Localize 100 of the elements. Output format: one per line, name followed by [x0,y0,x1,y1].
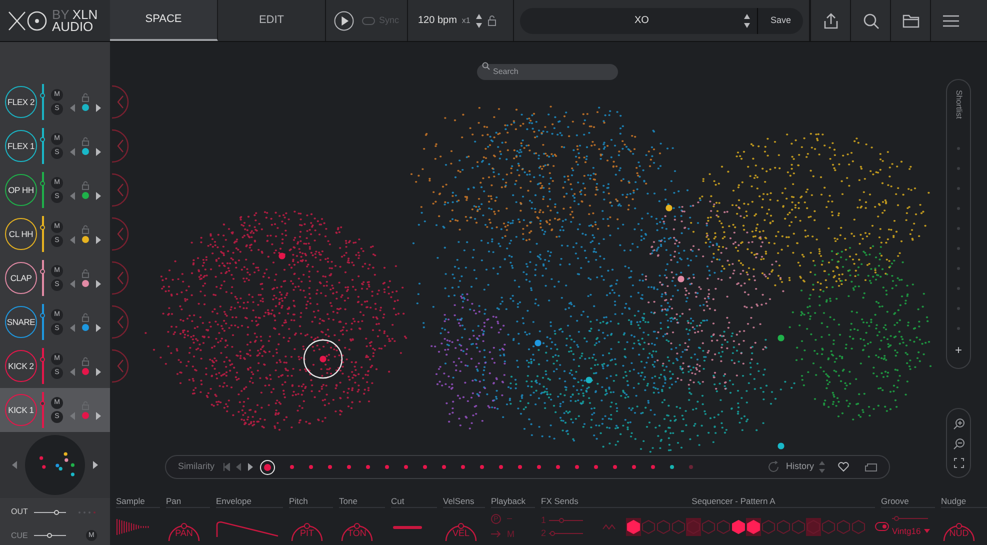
tempo-multiplier[interactable]: x1 [462,14,470,26]
zoom-in-icon[interactable] [952,418,964,430]
cue-label: CUE [11,530,28,542]
next-arrow-icon[interactable] [96,104,101,112]
search-field[interactable]: Search [477,64,618,80]
caret-icon[interactable] [924,529,930,533]
section-title: Pan [166,495,182,507]
lock-icon[interactable] [82,180,89,190]
brand-name: XLN [72,8,98,20]
logo-icon [8,10,48,32]
stepper-icon[interactable] [743,12,752,28]
add-button[interactable]: + [954,344,962,356]
next-arrow-icon[interactable] [96,192,101,200]
sample-marker[interactable] [666,204,672,212]
section-title: Playback [491,495,526,507]
channel-pad[interactable]: FLEX 1 [5,130,37,162]
next-arrow-icon[interactable] [96,368,101,376]
zoom-out-icon[interactable] [952,438,964,450]
lock-icon[interactable] [488,15,496,26]
lock-icon[interactable] [82,136,89,146]
groove-slider[interactable] [892,516,928,521]
lock-icon[interactable] [82,92,89,102]
channel-pad[interactable]: KICK 1 [5,394,37,426]
next-arrow-icon[interactable] [96,148,101,156]
next-arrow-icon[interactable] [96,324,101,332]
history-label[interactable]: History [786,460,814,474]
sequencer-step[interactable] [746,518,760,536]
similarity-label: Similarity [178,460,215,474]
history-icon[interactable] [768,461,780,473]
share-icon[interactable] [822,12,840,30]
previous-arrow-icon[interactable] [70,104,75,112]
channel-pad[interactable]: KICK 2 [5,350,37,382]
previous-arrow-icon[interactable] [70,368,75,376]
search-icon [482,62,490,70]
section-title: Cut [391,495,404,507]
stepper-icon[interactable] [475,12,484,28]
send-slider[interactable] [549,530,584,536]
output-label: OUT [11,506,28,518]
previous-arrow-icon[interactable] [70,280,75,288]
next-arrow-icon[interactable] [96,280,101,288]
result-button[interactable] [260,460,275,474]
dash-label: – [507,512,514,525]
lock-icon[interactable] [82,312,89,322]
tempo-value[interactable]: 120 bpm [418,13,457,28]
save-button[interactable]: Save [757,8,803,34]
previous-arrow-icon[interactable] [70,148,75,156]
heart-icon[interactable] [838,462,849,472]
sequencer-step[interactable] [626,518,640,536]
previous-arrow-icon[interactable] [70,192,75,200]
brand-name: AUDIO [52,20,94,32]
lock-icon[interactable] [82,268,89,278]
sync-toggle[interactable] [362,16,375,24]
sample-marker[interactable] [278,252,286,260]
tab[interactable]: EDIT [218,0,326,41]
sample-marker[interactable] [778,442,784,450]
brand-by: BY [52,8,70,20]
skip-back-icon[interactable] [222,463,230,471]
sample-marker[interactable] [586,376,592,384]
channel-pad[interactable]: FLEX 2 [5,86,37,118]
channel-pad[interactable]: SNARE [5,306,37,338]
sample-marker[interactable] [678,276,684,282]
sequencer-step[interactable] [730,518,746,536]
send-label: 1 [541,516,546,524]
sample-marker[interactable] [778,334,784,342]
volume-slider[interactable] [34,509,66,515]
sample-marker[interactable] [534,340,542,346]
previous-arrow-icon[interactable] [70,324,75,332]
volume-slider[interactable] [34,532,66,538]
preset-name: XO [634,14,650,28]
next-arrow-icon[interactable] [96,236,101,244]
section-title: Tone [339,495,358,507]
mini-map-drawing[interactable] [25,435,85,495]
previous-arrow-icon[interactable] [70,236,75,244]
previous-arrow-icon[interactable] [236,463,241,471]
section-title: Sample [116,495,145,507]
section-title: Nudge [941,495,966,507]
shortlist-title: Shortlist [954,90,964,121]
section-title: Sequencer - Pattern A [692,495,776,507]
toggle-switch[interactable] [875,522,889,531]
channel-pad[interactable]: CL HH [5,218,37,250]
section-title: Groove [881,495,909,507]
section-title: Pitch [289,495,308,507]
preset-field[interactable]: XO Save [520,8,803,34]
lock-icon[interactable] [82,224,89,234]
fullscreen-icon[interactable] [954,458,964,468]
next-arrow-icon[interactable] [96,412,101,420]
search-icon[interactable] [862,12,880,30]
lock-icon[interactable] [82,356,89,366]
selected-sample-marker[interactable] [303,339,343,379]
next-arrow-icon[interactable] [93,461,98,469]
section-title: Envelope [216,495,252,507]
channel-pad[interactable]: CLAP [5,262,37,294]
tab[interactable]: SPACE [110,0,218,41]
previous-arrow-icon[interactable] [12,461,17,469]
send-label: 2 [541,528,546,538]
next-arrow-icon[interactable] [248,463,253,471]
section-title: VelSens [443,495,474,507]
folder-icon[interactable] [865,462,877,472]
channel-pad[interactable]: OP HH [5,174,37,206]
section-title: FX Sends [541,495,578,507]
